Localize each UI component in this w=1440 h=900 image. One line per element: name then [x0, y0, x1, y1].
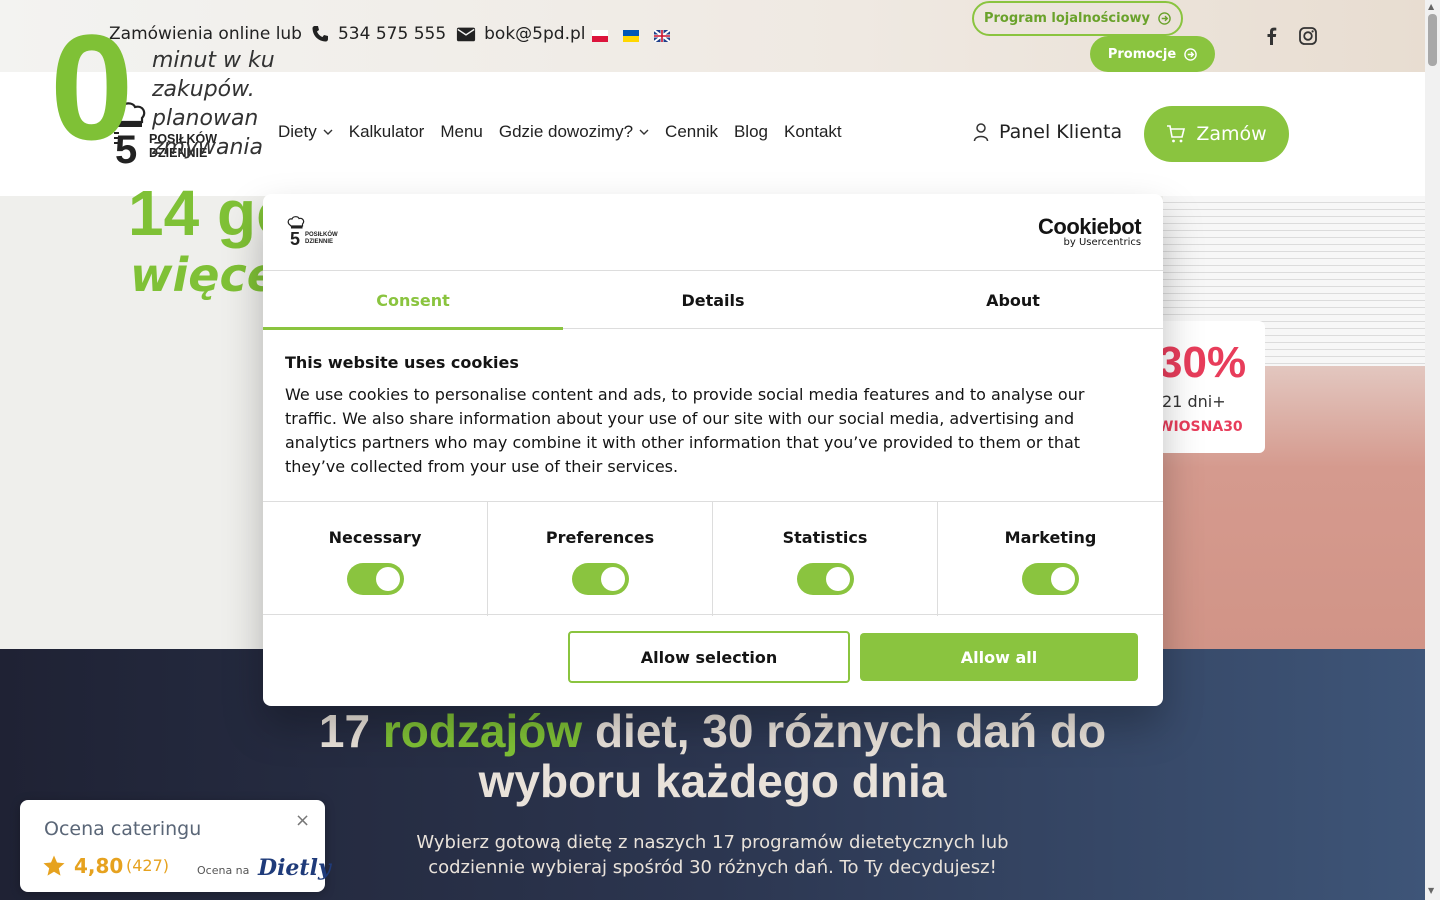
close-icon[interactable]: × [295, 810, 310, 831]
hero-line: zakupów. [152, 77, 255, 102]
chevron-down-icon [323, 129, 333, 135]
rating-value: 4,80 [74, 854, 124, 878]
rating-on-label: Ocena na [197, 864, 250, 877]
flag-pl-icon[interactable] [592, 30, 608, 42]
hero-line: planowan [152, 106, 259, 131]
cookie-header: 5 POSIŁKÓW DZIENNIE Cookiebot by Usercen… [263, 194, 1163, 271]
tab-consent[interactable]: Consent [263, 271, 563, 330]
nav-item-kalkulator[interactable]: Kalkulator [349, 122, 425, 142]
nav-item-diety[interactable]: Diety [278, 122, 333, 142]
loyalty-program-label: Program lojalnościowy [983, 11, 1150, 26]
arrow-circle-icon [1184, 47, 1197, 61]
instagram-icon[interactable] [1298, 26, 1318, 46]
phone-icon [310, 24, 330, 44]
phone-link[interactable]: 534 575 555 [338, 24, 446, 44]
promotions-label: Promocje [1107, 46, 1177, 62]
arrow-circle-icon [1158, 12, 1171, 25]
statistics-toggle[interactable] [796, 563, 854, 595]
nav-label: Blog [733, 122, 768, 141]
cookiebot-logo[interactable]: Cookiebot by Usercentrics [1038, 214, 1142, 248]
site-logo-small: 5 POSIŁKÓW DZIENNIE [287, 216, 338, 246]
category-preferences: Preferences [488, 502, 713, 616]
nav-label: Menu [440, 122, 483, 141]
nav-label: Gdzie dowozimy? [498, 122, 634, 141]
page-scrollbar[interactable] [1425, 0, 1440, 900]
nav-label: Kontakt [784, 122, 842, 141]
flag-ua-icon[interactable] [623, 30, 639, 42]
cookie-title: This website uses cookies [285, 353, 519, 372]
category-necessary: Necessary [263, 502, 488, 616]
nav-label: Cennik [665, 122, 718, 141]
client-panel-link[interactable]: Panel Klienta [973, 121, 1122, 143]
heading-rest: diet, 30 różnych dań do [594, 705, 1107, 757]
nav-label: Kalkulator [348, 122, 425, 141]
cookie-categories: Necessary Preferences Statistics Marketi… [263, 501, 1163, 616]
nav-item-menu[interactable]: Menu [440, 122, 483, 142]
scroll-thumb[interactable] [1428, 14, 1437, 66]
category-label: Necessary [328, 528, 422, 547]
language-switcher [592, 30, 670, 42]
facebook-icon[interactable] [1262, 26, 1282, 46]
main-nav: Diety Kalkulator Menu Gdzie dowozimy? Ce… [278, 122, 842, 142]
heading-line2: wyboru każdego dnia [478, 755, 947, 807]
star-icon [43, 855, 65, 876]
category-label: Preferences [545, 528, 655, 547]
top-contact: Zamówienia online lub 534 575 555 bok@5p… [109, 24, 586, 44]
rating-widget[interactable]: Ocena cateringu × 4,80 (427) Ocena na Di… [20, 800, 331, 892]
promo-percent: 30% [1158, 338, 1247, 387]
order-online-text: Zamówienia online lub [109, 24, 302, 44]
marketing-toggle[interactable] [1022, 563, 1079, 595]
user-icon [973, 123, 989, 142]
category-label: Statistics [782, 528, 868, 547]
cookie-tabs: Consent Details About [263, 271, 1163, 330]
hero-line: zmywania [152, 135, 264, 160]
category-label: Marketing [1004, 528, 1097, 547]
preferences-toggle[interactable] [571, 563, 629, 595]
allow-selection-button[interactable]: Allow selection [568, 631, 850, 683]
client-panel-label: Panel Klienta [999, 121, 1123, 143]
diets-heading: 17 rodzajów diet, 30 różnych dań do wybo… [0, 706, 1425, 806]
nav-label: Diety [278, 122, 317, 141]
promo-code: WIOSNA30 [1158, 419, 1243, 435]
allow-all-button[interactable]: Allow all [860, 633, 1138, 681]
cart-icon [1167, 125, 1186, 143]
category-statistics: Statistics [713, 502, 938, 616]
hero-text: minut w ku zakupów. planowan zmywania [152, 46, 275, 162]
svg-text:DZIENNIE: DZIENNIE [305, 239, 333, 245]
order-button[interactable]: Zamów [1144, 106, 1289, 162]
hero-line: minut w ku [152, 48, 275, 73]
email-link[interactable]: bok@5pd.pl [484, 24, 585, 44]
scroll-down-arrow-icon[interactable]: ▼ [1428, 886, 1434, 895]
scroll-up-arrow-icon[interactable]: ▲ [1428, 2, 1434, 11]
hero-zero: 0 [50, 3, 134, 171]
flag-en-icon[interactable] [654, 30, 670, 42]
dietly-logo[interactable]: Dietly [258, 855, 331, 881]
promo-days: 21 dni+ [1162, 392, 1226, 411]
promotions-button[interactable]: Promocje [1090, 36, 1215, 72]
cookie-description: We use cookies to personalise content an… [285, 385, 1085, 476]
nav-item-kontakt[interactable]: Kontakt [784, 122, 842, 142]
rating-count: (427) [126, 856, 170, 875]
svg-text:5: 5 [290, 229, 300, 246]
heading-number: 17 [318, 705, 371, 757]
nav-item-cennik[interactable]: Cennik [665, 122, 718, 142]
necessary-toggle[interactable] [346, 563, 404, 595]
nav-item-gdzie-dowozimy[interactable]: Gdzie dowozimy? [499, 122, 649, 142]
rating-title: Ocena cateringu [44, 818, 202, 840]
nav-item-blog[interactable]: Blog [734, 122, 768, 142]
mail-icon [456, 24, 476, 44]
cookie-consent-dialog: 5 POSIŁKÓW DZIENNIE Cookiebot by Usercen… [263, 194, 1163, 706]
heading-highlight: rodzajów [382, 705, 583, 757]
chevron-down-icon [639, 129, 649, 135]
tab-about[interactable]: About [863, 271, 1163, 329]
category-marketing: Marketing [938, 502, 1163, 616]
loyalty-program-button[interactable]: Program lojalnościowy [972, 1, 1183, 36]
order-label: Zamów [1196, 123, 1267, 145]
tab-details[interactable]: Details [563, 271, 863, 329]
svg-text:POSIŁKÓW: POSIŁKÓW [305, 230, 338, 238]
